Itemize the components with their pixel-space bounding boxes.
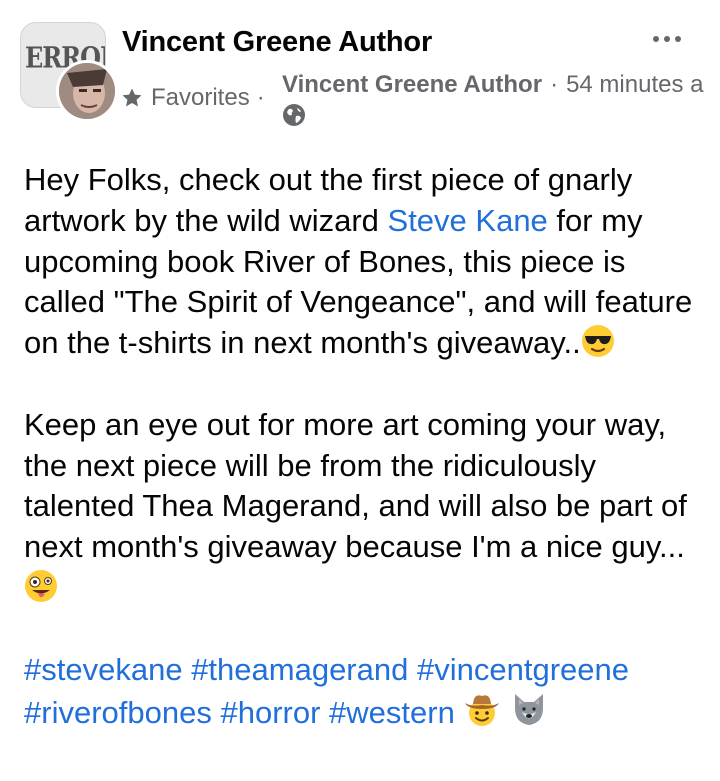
post-body: Hey Folks, check out the first piece of … [24,160,704,734]
meta-separator: · [256,84,265,111]
mention-link[interactable]: Steve Kane [388,203,548,238]
more-options-dot [664,36,670,42]
zany-face-emoji [25,569,57,602]
more-options-icon [653,36,659,42]
avatar-group[interactable]: ERRON [20,22,118,122]
star-icon [122,88,142,107]
hashtag-link[interactable]: #horror [220,695,320,730]
more-options-button[interactable] [648,26,686,52]
hashtag-line: #stevekane #theamagerand #vincentgreene … [24,650,704,735]
cowboy-emoji [465,695,500,727]
post-header: ERRON Vincent Greene Author Favorites · … [0,0,720,140]
meta-separator: · [550,71,559,98]
wolf-emoji [515,694,544,726]
globe-icon[interactable] [282,103,306,127]
timestamp[interactable]: 54 minutes a [566,71,703,99]
poster-name[interactable]: Vincent Greene Author [282,71,542,99]
paragraph-2-text: Keep an eye out for more art coming your… [24,406,687,565]
more-options-dot [675,36,681,42]
hashtag-link[interactable]: #stevekane [24,652,183,687]
sunglasses-emoji [581,325,614,358]
favorites-label: Favorites [151,84,250,111]
hashtag-link[interactable]: #riverofbones [24,695,212,730]
user-avatar[interactable] [56,60,118,122]
author-name[interactable]: Vincent Greene Author [122,26,432,59]
post-meta: Vincent Greene Author · 54 minutes a [282,70,720,100]
hashtag-link[interactable]: #western [329,695,455,730]
favorites-audience[interactable]: Favorites · [120,84,265,112]
post-paragraph-1: Hey Folks, check out the first piece of … [24,160,704,364]
hashtag-link[interactable]: #theamagerand [191,652,408,687]
hashtag-link[interactable]: #vincentgreene [417,652,629,687]
post-paragraph-2: Keep an eye out for more art coming your… [24,405,704,609]
